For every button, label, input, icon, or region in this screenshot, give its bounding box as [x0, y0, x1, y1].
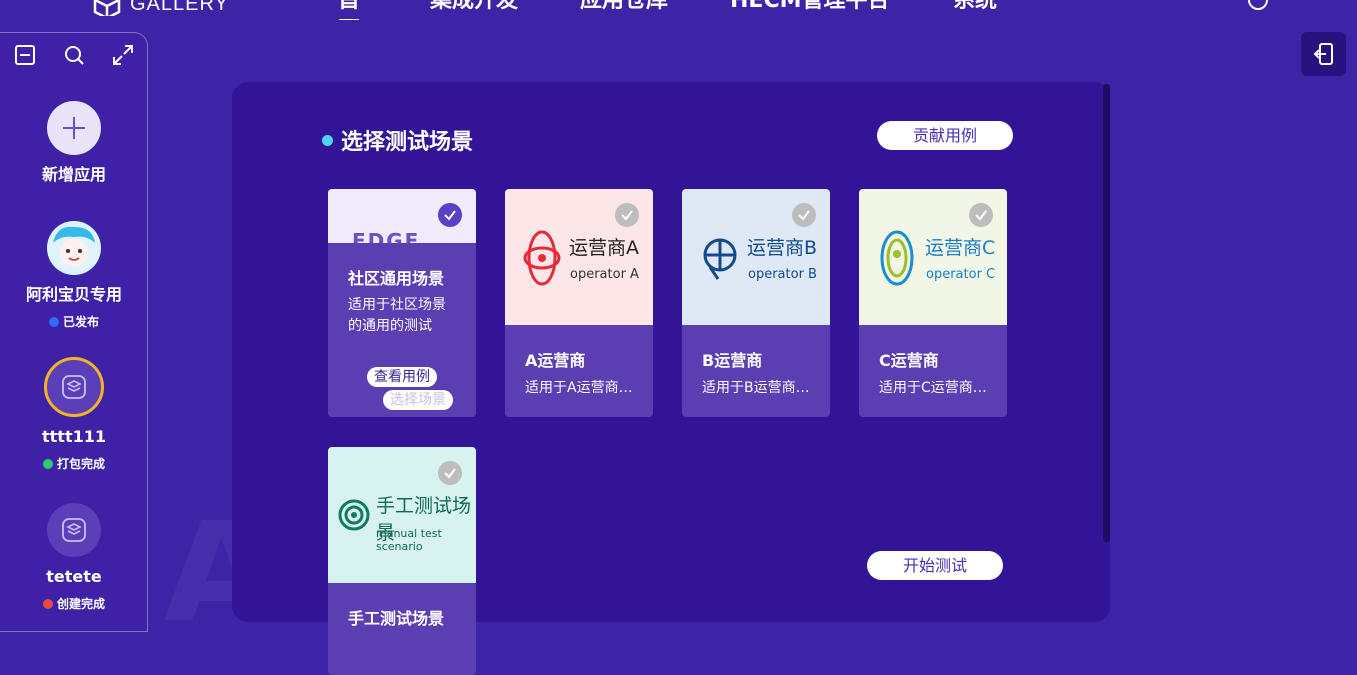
plus-icon — [63, 117, 85, 139]
selected-check-icon[interactable] — [438, 203, 462, 227]
status-text: 创建完成 — [56, 597, 105, 611]
help-icon[interactable] — [1248, 0, 1268, 10]
operator-b-logo-icon — [703, 238, 737, 280]
unselected-check-icon[interactable] — [615, 203, 639, 227]
app-icon — [47, 503, 101, 557]
app-name: 阿利宝贝专用 — [25, 285, 122, 304]
card-desc: 适用于社区场景的通用的测试 — [348, 297, 446, 334]
app-name: tetete — [46, 567, 102, 586]
app-sidebar: 新增应用 阿利宝贝专用 已发布 tttt111 打包完成 tetete 创建完成 — [0, 32, 148, 632]
view-cases-button[interactable]: 查看用例 — [367, 367, 437, 387]
collapse-icon[interactable] — [13, 43, 37, 67]
card-desc: 适用于A运营商的测试 — [525, 380, 637, 396]
expand-icon[interactable] — [111, 43, 135, 67]
unselected-check-icon[interactable] — [969, 203, 993, 227]
exit-icon — [1313, 43, 1333, 65]
nav-app-repo[interactable]: 应用仓库 — [580, 0, 668, 16]
scenario-card-operator-a[interactable]: 运营商A operator A A运营商 适用于A运营商的测试 — [505, 189, 653, 417]
card-title: B运营商 — [702, 351, 763, 370]
sidebar-toolbar — [0, 43, 148, 69]
thumb-cn-text: 运营商A — [569, 237, 639, 259]
nav-integration[interactable]: 集成开发 — [430, 0, 518, 16]
nav-home[interactable]: 首页 — [338, 0, 360, 20]
unselected-check-icon[interactable] — [438, 461, 462, 485]
app-name: tttt111 — [42, 427, 106, 446]
select-scenario-button[interactable]: 选择场景 — [383, 390, 453, 410]
brand[interactable]: GALLERY — [92, 0, 229, 16]
avatar — [47, 221, 101, 275]
app-status: 创建完成 — [0, 595, 148, 612]
scenario-card-operator-b[interactable]: 运营商B operator B B运营商 适用于B运营商的测试 — [682, 189, 830, 417]
card-desc: 适用于C运营商的测试 — [879, 380, 991, 396]
app-icon — [44, 357, 104, 417]
manual-test-logo-icon — [338, 499, 370, 531]
nav-hecm[interactable]: HECM管理平台 — [730, 0, 889, 16]
scenario-card-community[interactable]: EDGE 社区通用场景 适用于社区场景的通用的测试 查看用例 选择场景 — [328, 189, 476, 417]
layers-icon — [62, 375, 86, 399]
contribute-button[interactable]: 贡献用例 — [877, 121, 1013, 150]
top-nav-bar: GALLERY 首页 集成开发 应用仓库 HECM管理平台 系统 — [0, 0, 1357, 20]
status-text: 打包完成 — [56, 457, 105, 471]
card-title: 社区通用场景 — [348, 269, 445, 288]
thumb-en-text: operator C — [926, 267, 996, 282]
app-item[interactable]: tetete 创建完成 — [0, 503, 148, 612]
thumb-en-text: operator A — [570, 267, 639, 282]
bullet-icon — [322, 134, 333, 146]
layers-icon — [62, 518, 86, 542]
exit-button[interactable] — [1301, 32, 1346, 76]
avatar-image — [47, 221, 101, 275]
search-icon[interactable] — [62, 43, 86, 67]
status-text: 已发布 — [62, 315, 99, 329]
scenario-card-operator-c[interactable]: 运营商C operator C C运营商 适用于C运营商的测试 — [859, 189, 1007, 417]
success-status-icon — [42, 458, 53, 469]
add-app-button[interactable] — [47, 101, 101, 155]
thumb-cn-text: 运营商B — [747, 237, 818, 259]
card-desc: 适用于B运营商的测试 — [702, 380, 814, 396]
nav-system[interactable]: 系统 — [953, 0, 997, 16]
app-status: 打包完成 — [0, 455, 148, 472]
created-status-icon — [42, 598, 53, 609]
section-title-text: 选择测试场景 — [341, 130, 474, 155]
brand-name: GALLERY — [130, 0, 229, 15]
operator-a-logo-icon — [523, 230, 561, 286]
app-item[interactable]: 阿利宝贝专用 已发布 — [0, 221, 148, 330]
thumb-en-text: manual test scenario — [376, 527, 442, 553]
card-title: 手工测试场景 — [348, 609, 445, 628]
scrollbar[interactable] — [1103, 84, 1110, 542]
start-test-button[interactable]: 开始测试 — [867, 551, 1003, 580]
add-app-label: 新增应用 — [41, 165, 106, 184]
app-status: 已发布 — [0, 313, 148, 330]
logo-icon — [93, 0, 121, 16]
operator-c-logo-icon — [880, 230, 914, 286]
thumb-en-text: operator B — [748, 267, 817, 282]
published-status-icon — [48, 316, 59, 327]
add-app-item[interactable]: 新增应用 — [0, 101, 148, 185]
card-title: C运营商 — [879, 351, 939, 370]
section-title: 选择测试场景 — [322, 124, 473, 156]
app-item[interactable]: tttt111 打包完成 — [0, 357, 148, 472]
card-title: A运营商 — [525, 351, 586, 370]
unselected-check-icon[interactable] — [792, 203, 816, 227]
scenario-card-manual[interactable]: 手工测试场景 manual test scenario 手工测试场景 — [328, 447, 476, 675]
thumb-cn-text: 运营商C — [925, 237, 996, 259]
